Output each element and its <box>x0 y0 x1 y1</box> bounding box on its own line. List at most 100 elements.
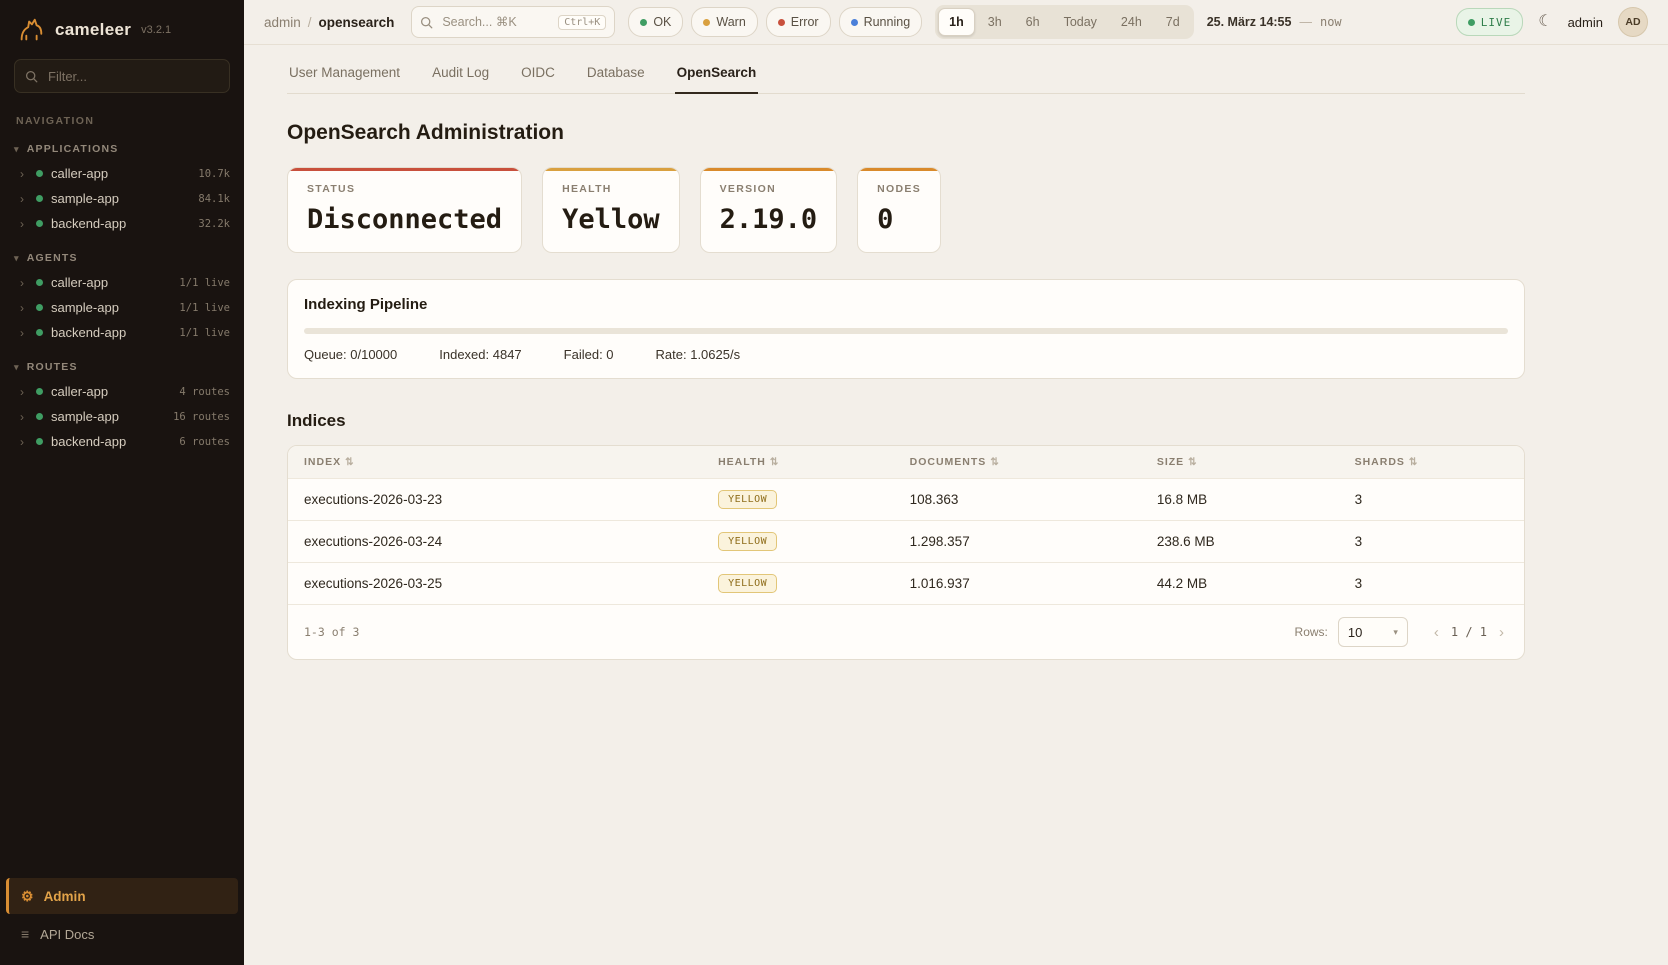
pipeline-title: Indexing Pipeline <box>304 296 1508 313</box>
time-range-6h[interactable]: 6h <box>1015 8 1051 36</box>
sidebar-item-route-sample-app[interactable]: › sample-app 16 routes <box>0 404 244 429</box>
chevron-right-icon: › <box>20 277 28 289</box>
filter-pill-ok[interactable]: OK <box>628 7 683 37</box>
topbar-right: LIVE ☾ admin AD <box>1456 7 1648 37</box>
table-row[interactable]: executions-2026-03-25 YELLOW 1.016.937 4… <box>288 563 1524 605</box>
health-badge: YELLOW <box>718 574 777 593</box>
sidebar-section-header-agents[interactable]: ▾ AGENTS <box>0 248 244 270</box>
table-header-row: INDEX⇅ HEALTH⇅ DOCUMENTS⇅ SIZE⇅ SHARDS⇅ <box>288 446 1524 479</box>
pipeline-stat-failed: Failed: 0 <box>564 347 614 362</box>
status-dot <box>36 329 43 336</box>
logo: cameleer v3.2.1 <box>0 0 244 55</box>
breadcrumb-parent[interactable]: admin <box>264 15 301 30</box>
current-user-label: admin <box>1568 15 1603 30</box>
sidebar-filter[interactable] <box>14 59 230 93</box>
column-header-shards[interactable]: SHARDS⇅ <box>1339 446 1524 479</box>
tab-opensearch[interactable]: OpenSearch <box>675 55 759 94</box>
tab-user-management[interactable]: User Management <box>287 55 402 94</box>
app-version: v3.2.1 <box>141 24 171 36</box>
filter-pill-running[interactable]: Running <box>839 7 923 37</box>
date-label: 25. März 14:55 <box>1207 15 1292 29</box>
filter-pill-error[interactable]: Error <box>766 7 831 37</box>
date-range-display[interactable]: 25. März 14:55 — now <box>1207 15 1342 29</box>
cell-index: executions-2026-03-23 <box>288 479 702 521</box>
sidebar-item-caller-app[interactable]: › caller-app 10.7k <box>0 161 244 186</box>
indices-heading: Indices <box>287 411 1525 431</box>
sidebar-item-route-backend-app[interactable]: › backend-app 6 routes <box>0 429 244 454</box>
table-row[interactable]: executions-2026-03-24 YELLOW 1.298.357 2… <box>288 521 1524 563</box>
time-range-3h[interactable]: 3h <box>977 8 1013 36</box>
column-header-size[interactable]: SIZE⇅ <box>1141 446 1339 479</box>
sidebar-item-api-docs[interactable]: ≡ API Docs <box>6 917 238 951</box>
sidebar-section-header-applications[interactable]: ▾ APPLICATIONS <box>0 139 244 161</box>
status-filters: OK Warn Error Running <box>628 7 922 37</box>
date-separator: — <box>1299 15 1312 29</box>
indices-table-card: INDEX⇅ HEALTH⇅ DOCUMENTS⇅ SIZE⇅ SHARDS⇅ … <box>287 445 1525 660</box>
filter-label: Error <box>791 15 819 29</box>
next-page-button[interactable]: › <box>1495 625 1508 640</box>
cell-index: executions-2026-03-24 <box>288 521 702 563</box>
dark-mode-toggle-icon[interactable]: ☾ <box>1538 14 1552 30</box>
chevron-right-icon: › <box>20 411 28 423</box>
sidebar-item-agent-backend-app[interactable]: › backend-app 1/1 live <box>0 320 244 345</box>
sidebar-section-label: ROUTES <box>27 361 78 373</box>
page-indicator: 1 / 1 <box>1451 625 1487 639</box>
time-range-1h[interactable]: 1h <box>938 8 975 36</box>
cell-health: YELLOW <box>702 563 894 605</box>
sidebar-filter-input[interactable] <box>46 68 219 85</box>
breadcrumb: admin / opensearch <box>264 15 394 30</box>
column-header-documents[interactable]: DOCUMENTS⇅ <box>894 446 1141 479</box>
rows-per-page-value: 10 <box>1348 625 1362 640</box>
time-range-7d[interactable]: 7d <box>1155 8 1191 36</box>
global-search[interactable]: Ctrl+K <box>411 6 615 38</box>
time-range-24h[interactable]: 24h <box>1110 8 1153 36</box>
topbar: admin / opensearch Ctrl+K OK Warn <box>244 0 1668 45</box>
page-content: User Management Audit Log OIDC Database … <box>244 45 1525 660</box>
sidebar-item-admin[interactable]: ⚙ Admin <box>6 878 238 914</box>
filter-label: Warn <box>716 15 745 29</box>
tab-audit-log[interactable]: Audit Log <box>430 55 491 94</box>
pagination: ‹ 1 / 1 › <box>1430 625 1508 640</box>
filter-pill-warn[interactable]: Warn <box>691 7 757 37</box>
caret-down-icon: ▾ <box>1393 627 1398 638</box>
sidebar-section-header-routes[interactable]: ▾ ROUTES <box>0 357 244 379</box>
sidebar-item-badge: 1/1 live <box>179 327 230 339</box>
search-shortcut-badge: Ctrl+K <box>558 15 606 30</box>
breadcrumb-separator: / <box>308 15 312 30</box>
stat-accent-bar <box>858 168 940 171</box>
column-header-health[interactable]: HEALTH⇅ <box>702 446 894 479</box>
pipeline-stat-rate: Rate: 1.0625/s <box>656 347 741 362</box>
tab-database[interactable]: Database <box>585 55 647 94</box>
previous-page-button[interactable]: ‹ <box>1430 625 1443 640</box>
column-header-index[interactable]: INDEX⇅ <box>288 446 702 479</box>
status-dot <box>703 19 710 26</box>
health-badge: YELLOW <box>718 490 777 509</box>
live-badge[interactable]: LIVE <box>1456 8 1524 36</box>
caret-down-icon: ▾ <box>14 253 20 264</box>
time-range-today[interactable]: Today <box>1053 8 1108 36</box>
cell-index: executions-2026-03-25 <box>288 563 702 605</box>
chevron-right-icon: › <box>20 327 28 339</box>
caret-down-icon: ▾ <box>14 144 20 155</box>
stat-label: VERSION <box>720 183 818 195</box>
rows-per-page-select[interactable]: 10 ▾ <box>1338 617 1408 647</box>
chevron-right-icon: › <box>20 386 28 398</box>
sidebar-item-label: sample-app <box>51 300 171 315</box>
cell-shards: 3 <box>1339 479 1524 521</box>
sidebar-item-label: sample-app <box>51 409 165 424</box>
sidebar-item-route-caller-app[interactable]: › caller-app 4 routes <box>0 379 244 404</box>
sidebar-item-agent-sample-app[interactable]: › sample-app 1/1 live <box>0 295 244 320</box>
sidebar-item-label: backend-app <box>51 434 171 449</box>
chevron-right-icon: › <box>20 193 28 205</box>
sidebar-item-sample-app[interactable]: › sample-app 84.1k <box>0 186 244 211</box>
main-area: admin / opensearch Ctrl+K OK Warn <box>244 0 1668 965</box>
stat-label: HEALTH <box>562 183 660 195</box>
global-search-input[interactable] <box>440 14 551 30</box>
sidebar-item-agent-caller-app[interactable]: › caller-app 1/1 live <box>0 270 244 295</box>
sidebar-item-backend-app[interactable]: › backend-app 32.2k <box>0 211 244 236</box>
status-dot <box>36 413 43 420</box>
cell-shards: 3 <box>1339 563 1524 605</box>
tab-oidc[interactable]: OIDC <box>519 55 557 94</box>
avatar[interactable]: AD <box>1618 7 1648 37</box>
table-row[interactable]: executions-2026-03-23 YELLOW 108.363 16.… <box>288 479 1524 521</box>
